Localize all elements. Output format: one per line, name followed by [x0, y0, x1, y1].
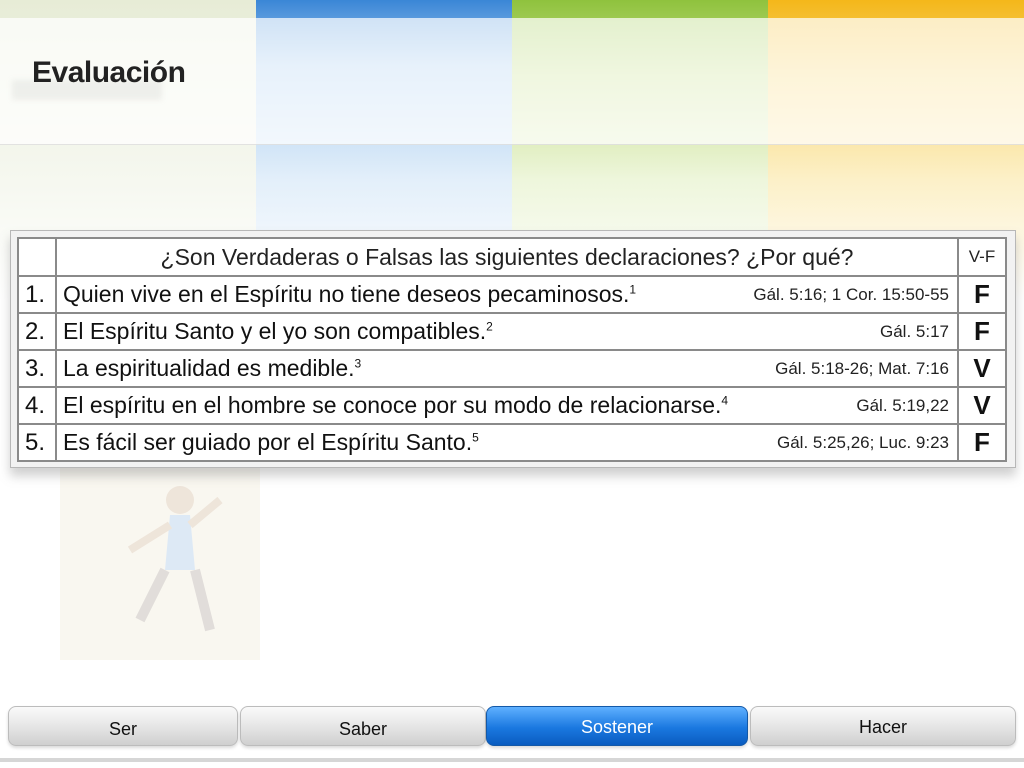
bottom-navigation: Ser Saber Sostener Hacer	[6, 704, 1018, 750]
tab-sostener[interactable]: Sostener	[486, 706, 748, 746]
row-answer: F	[957, 423, 1007, 462]
row-statement: El espíritu en el hombre se conoce por s…	[55, 386, 959, 425]
evaluation-table: ¿Son Verdaderas o Falsas las siguientes …	[17, 237, 1007, 462]
slide-title: Evaluación	[32, 56, 186, 89]
row-number: 5.	[17, 423, 57, 462]
header-vf: V-F	[957, 237, 1007, 277]
row-number: 3.	[17, 349, 57, 388]
statement-text: Quien vive en el Espíritu no tiene deseo…	[63, 281, 630, 307]
row-answer: F	[957, 312, 1007, 351]
header-question: ¿Son Verdaderas o Falsas las siguientes …	[55, 237, 959, 277]
tab-ser[interactable]: Ser	[8, 706, 238, 746]
statement-text: El espíritu en el hombre se conoce por s…	[63, 392, 722, 418]
bible-reference: Gál. 5:17	[880, 321, 949, 341]
row-number: 4.	[17, 386, 57, 425]
header-num-cell	[17, 237, 57, 277]
table-row: 2. El Espíritu Santo y el yo son compati…	[17, 312, 1007, 351]
bible-reference: Gál. 5:25,26; Luc. 9:23	[776, 432, 949, 452]
row-statement: El Espíritu Santo y el yo son compatible…	[55, 312, 959, 351]
evaluation-table-card: ¿Son Verdaderas o Falsas las siguientes …	[10, 230, 1016, 468]
row-answer: V	[957, 349, 1007, 388]
row-answer: F	[957, 275, 1007, 314]
tab-hacer[interactable]: Hacer	[750, 706, 1016, 746]
row-statement: La espiritualidad es medible.3 Gál. 5:18-…	[55, 349, 959, 388]
bible-reference: Gál. 5:18-26; Mat. 7:16	[775, 358, 949, 378]
table-row: 3. La espiritualidad es medible.3 Gál. 5:…	[17, 349, 1007, 388]
row-statement: Es fácil ser guiado por el Espíritu Sant…	[55, 423, 959, 462]
row-number: 1.	[17, 275, 57, 314]
row-statement: Quien vive en el Espíritu no tiene deseo…	[55, 275, 959, 314]
bible-reference: Gál. 5:16; 1 Cor. 15:50-55	[753, 284, 949, 304]
table-row: 5. Es fácil ser guiado por el Espíritu S…	[17, 423, 1007, 462]
statement-text: El Espíritu Santo y el yo son compatible…	[63, 318, 487, 344]
tab-saber[interactable]: Saber	[240, 706, 486, 746]
bottom-divider	[0, 758, 1024, 762]
row-number: 2.	[17, 312, 57, 351]
footnote-mark: 4	[721, 393, 729, 408]
table-header-row: ¿Son Verdaderas o Falsas las siguientes …	[17, 237, 1007, 277]
statement-text: La espiritualidad es medible.	[63, 355, 355, 381]
row-answer: V	[957, 386, 1007, 425]
footnote-mark: 2	[486, 319, 493, 334]
statement-text: Es fácil ser guiado por el Espíritu Sant…	[63, 429, 473, 455]
footnote-mark: 3	[354, 356, 362, 371]
table-row: 4. El espíritu en el hombre se conoce po…	[17, 386, 1007, 425]
decorative-figure-image	[60, 460, 260, 660]
footnote-mark: 1	[629, 282, 637, 297]
table-row: 1. Quien vive en el Espíritu no tiene de…	[17, 275, 1007, 314]
footnote-mark: 5	[472, 430, 479, 445]
bible-reference: Gál. 5:19,22	[856, 395, 949, 415]
